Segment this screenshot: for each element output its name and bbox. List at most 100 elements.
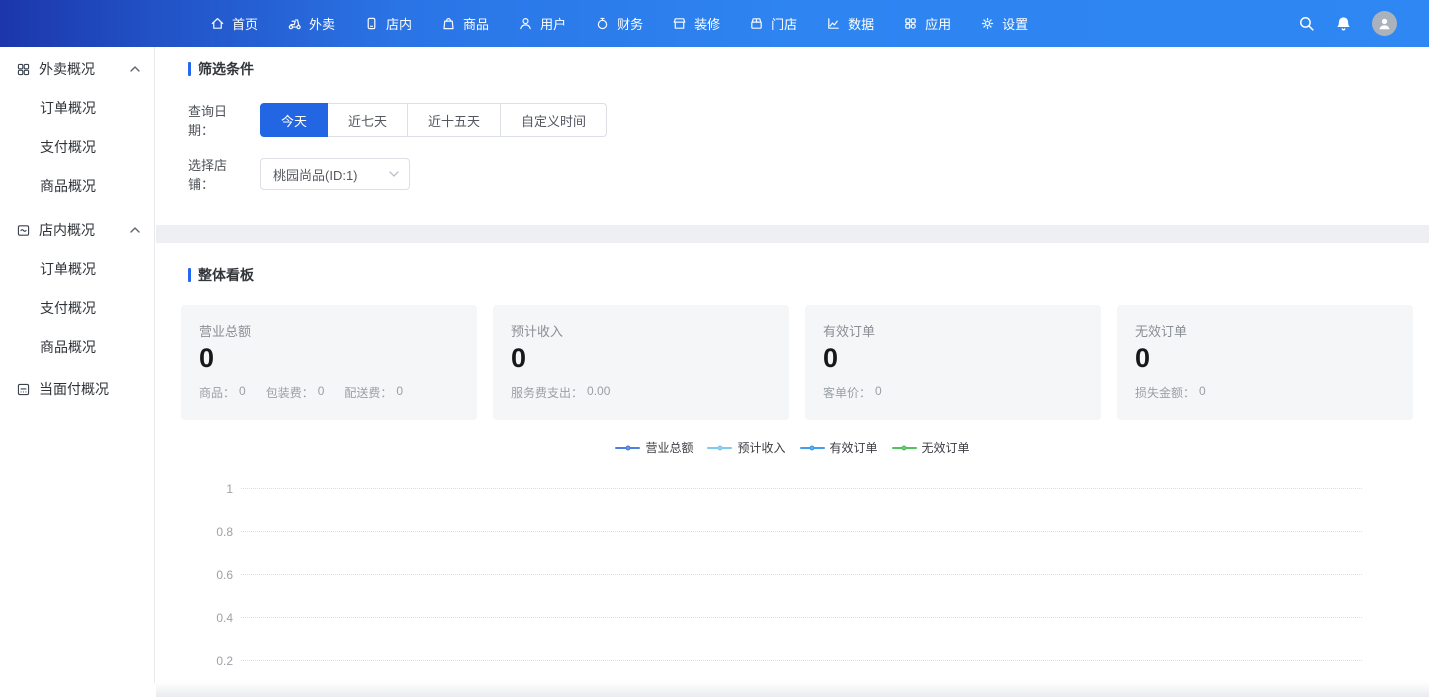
- stat-card-expected-income: 预计收入 0 服务费支出：0.00: [493, 305, 789, 420]
- nav-item-store[interactable]: 门店: [749, 14, 797, 33]
- store-filter-label: 选择店铺：: [188, 155, 251, 193]
- store-filter-row: 选择店铺： 桃园尚品(ID:1): [188, 155, 1397, 193]
- avatar[interactable]: [1372, 11, 1397, 36]
- nav-label: 门店: [771, 14, 797, 33]
- date-option-today[interactable]: 今天: [260, 103, 328, 137]
- stat-card-title: 预计收入: [511, 321, 771, 340]
- home-icon: [210, 16, 225, 31]
- board-section-title: 整体看板: [198, 265, 254, 285]
- date-option-15days[interactable]: 近十五天: [408, 103, 501, 137]
- decorate-icon: [672, 16, 687, 31]
- stat-sub-value: 0: [318, 384, 325, 401]
- settings-icon: [980, 16, 995, 31]
- sidebar-item-instore-payment[interactable]: 支付概况: [0, 289, 154, 328]
- date-range-segmented-control: 今天 近七天 近十五天 自定义时间: [260, 103, 607, 137]
- nav-item-settings[interactable]: 设置: [980, 14, 1028, 33]
- goods-icon: [441, 16, 456, 31]
- sidebar-group-label: 当面付概况: [39, 379, 109, 399]
- shop-icon: [749, 16, 764, 31]
- sidebar-item-instore-orders[interactable]: 订单概况: [0, 250, 154, 289]
- chart-tick-row: 0.4: [188, 596, 1362, 639]
- board-section-header: 整体看板: [188, 267, 1429, 283]
- sidebar-item-takeout-payment[interactable]: 支付概况: [0, 128, 154, 167]
- y-tick-label: 0.8: [188, 525, 233, 539]
- nav-item-finance[interactable]: 财务: [595, 14, 643, 33]
- legend-item-expected-income[interactable]: 预计收入: [707, 439, 785, 456]
- section-accent-bar: [188, 62, 191, 76]
- stat-card-value: 0: [199, 343, 459, 374]
- top-navigation: 首页 外卖 店内 商品 用户 财务 装修 门店: [210, 14, 1028, 33]
- chart-tick-row: 0.6: [188, 553, 1362, 596]
- legend-item-invalid-orders[interactable]: 无效订单: [892, 439, 970, 456]
- nav-item-goods[interactable]: 商品: [441, 14, 489, 33]
- chevron-up-icon[interactable]: [130, 227, 140, 233]
- section-divider: [156, 225, 1429, 243]
- legend-marker: [615, 443, 640, 453]
- section-accent-bar: [188, 268, 191, 282]
- stat-sub-value: 0: [396, 384, 403, 401]
- legend-item-revenue[interactable]: 营业总额: [615, 439, 693, 456]
- topbar-right: [1298, 11, 1397, 36]
- nav-item-home[interactable]: 首页: [210, 14, 258, 33]
- sidebar-group-facepay-overview[interactable]: 当面付概况: [0, 369, 154, 409]
- user-icon: [518, 16, 533, 31]
- filter-section-header: 筛选条件: [188, 61, 1397, 77]
- date-option-7days[interactable]: 近七天: [328, 103, 408, 137]
- facepay-icon: [16, 382, 31, 397]
- nav-item-data[interactable]: 数据: [826, 14, 874, 33]
- nav-label: 首页: [232, 14, 258, 33]
- store-select[interactable]: 桃园尚品(ID:1): [260, 158, 410, 190]
- stat-card-subs: 商品：0 包装费：0 配送费：0: [199, 384, 459, 401]
- sidebar-group-takeout-overview[interactable]: 外卖概况: [0, 49, 154, 89]
- instore-icon: [364, 16, 379, 31]
- nav-item-decorate[interactable]: 装修: [672, 14, 720, 33]
- nav-item-users[interactable]: 用户: [518, 14, 566, 33]
- stat-card-subs: 服务费支出：0.00: [511, 384, 771, 401]
- date-filter-row: 查询日期： 今天 近七天 近十五天 自定义时间: [188, 101, 1397, 139]
- stat-card-value: 0: [511, 343, 771, 374]
- sidebar-item-takeout-orders[interactable]: 订单概况: [0, 89, 154, 128]
- filter-section: 筛选条件 查询日期： 今天 近七天 近十五天 自定义时间 选择店铺： 桃园尚品(…: [156, 47, 1429, 193]
- stat-card-title: 有效订单: [823, 321, 1083, 340]
- gridline: [241, 660, 1362, 661]
- bell-icon[interactable]: [1335, 15, 1352, 32]
- stat-sub-label: 包装费：: [266, 384, 314, 401]
- nav-label: 设置: [1002, 14, 1028, 33]
- stat-card-subs: 损失金额：0: [1135, 384, 1395, 401]
- topbar: 首页 外卖 店内 商品 用户 财务 装修 门店: [0, 0, 1429, 47]
- store-select-value: 桃园尚品(ID:1): [273, 165, 358, 184]
- nav-label: 应用: [925, 14, 951, 33]
- nav-label: 商品: [463, 14, 489, 33]
- nav-item-takeout[interactable]: 外卖: [287, 14, 335, 33]
- nav-label: 装修: [694, 14, 720, 33]
- nav-label: 财务: [617, 14, 643, 33]
- legend-label: 预计收入: [737, 439, 785, 456]
- apps-icon: [903, 16, 918, 31]
- nav-item-instore[interactable]: 店内: [364, 14, 412, 33]
- stat-sub-value: 0: [875, 384, 882, 401]
- nav-item-apps[interactable]: 应用: [903, 14, 951, 33]
- search-icon[interactable]: [1298, 15, 1315, 32]
- sidebar-item-takeout-goods[interactable]: 商品概况: [0, 167, 154, 206]
- sidebar-group-instore-overview[interactable]: 店内概况: [0, 210, 154, 250]
- sidebar-item-instore-goods[interactable]: 商品概况: [0, 328, 154, 367]
- stat-card-revenue: 营业总额 0 商品：0 包装费：0 配送费：0: [181, 305, 477, 420]
- stat-card-valid-orders: 有效订单 0 客单价：0: [805, 305, 1101, 420]
- legend-label: 营业总额: [645, 439, 693, 456]
- chart-tick-row: 1: [188, 467, 1362, 510]
- chevron-up-icon[interactable]: [130, 66, 140, 72]
- sidebar-group-label: 店内概况: [39, 220, 95, 240]
- y-tick-label: 0.6: [188, 568, 233, 582]
- stat-card-title: 营业总额: [199, 321, 459, 340]
- y-tick-label: 0.4: [188, 611, 233, 625]
- legend-marker: [892, 443, 917, 453]
- stat-sub-label: 服务费支出：: [511, 384, 583, 401]
- legend-item-valid-orders[interactable]: 有效订单: [800, 439, 878, 456]
- stat-sub-label: 损失金额：: [1135, 384, 1195, 401]
- overview-line-chart: 1 0.8 0.6 0.4 0.2: [188, 467, 1362, 682]
- stat-card-value: 0: [823, 343, 1083, 374]
- stat-card-subs: 客单价：0: [823, 384, 1083, 401]
- date-option-custom[interactable]: 自定义时间: [501, 103, 607, 137]
- y-tick-label: 1: [188, 482, 233, 496]
- chart-tick-row: 0.8: [188, 510, 1362, 553]
